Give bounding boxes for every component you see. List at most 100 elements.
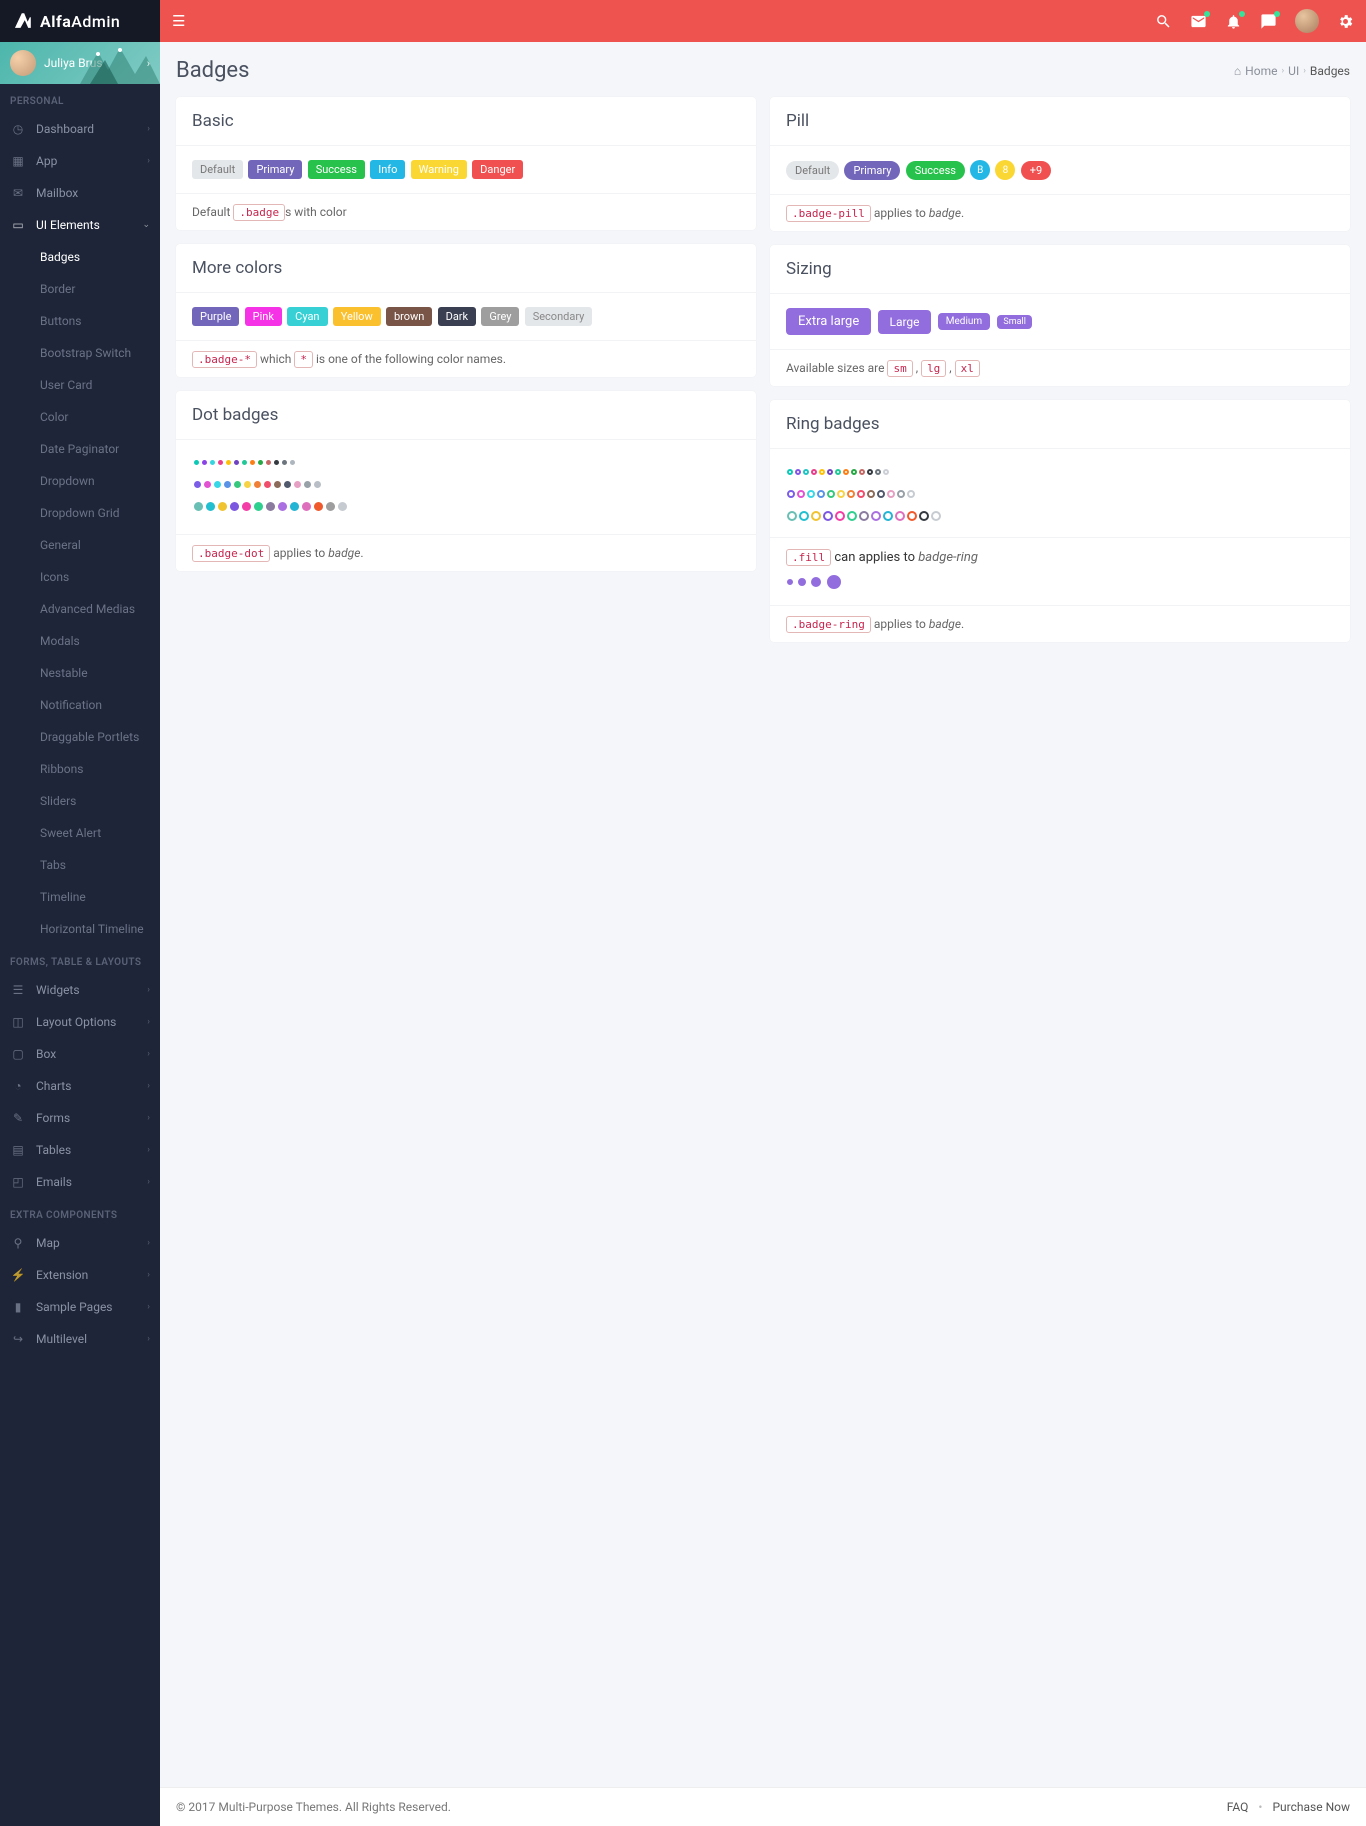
nav-sub-timeline[interactable]: Timeline: [0, 881, 160, 913]
box-title: Pill: [770, 97, 1350, 146]
nav-mailbox[interactable]: ✉Mailbox: [0, 177, 160, 209]
nav-sub-ribbons[interactable]: Ribbons: [0, 753, 160, 785]
list-icon: ☰: [10, 983, 26, 997]
code-snippet: .badge-ring: [786, 616, 871, 633]
nav-sub-icons[interactable]: Icons: [0, 561, 160, 593]
nav-sub-sweet-alert[interactable]: Sweet Alert: [0, 817, 160, 849]
badge-pink: Pink: [245, 307, 282, 326]
nav-sub-sliders[interactable]: Sliders: [0, 785, 160, 817]
nav-header-personal: PERSONAL: [0, 84, 160, 113]
nav-dashboard[interactable]: ◷Dashboard›: [0, 113, 160, 145]
nav-sub-modals[interactable]: Modals: [0, 625, 160, 657]
dot-badge: [282, 460, 287, 465]
nav-layout-options[interactable]: ◫Layout Options›: [0, 1006, 160, 1038]
ring-badge: [847, 490, 855, 498]
inbox-icon: ◰: [10, 1175, 26, 1189]
badge-size-xl: Extra large: [786, 308, 871, 335]
code-snippet: .badge-*: [192, 351, 257, 368]
breadcrumb-ui[interactable]: UI: [1288, 64, 1299, 78]
nav-ui-elements[interactable]: ▭UI Elements⌄: [0, 209, 160, 241]
ring-badge: [857, 490, 865, 498]
nav-charts[interactable]: ◔Charts›: [0, 1070, 160, 1102]
code-snippet: .badge: [233, 204, 285, 221]
breadcrumb-current: Badges: [1310, 64, 1350, 78]
pie-icon: ◔: [10, 1079, 26, 1093]
nav-sub-color[interactable]: Color: [0, 401, 160, 433]
chevron-right-icon: ›: [147, 1145, 150, 1155]
ring-badge: [895, 511, 905, 521]
dot-badge: [226, 460, 231, 465]
ring-badge: [835, 469, 841, 475]
nav-sub-advanced-medias[interactable]: Advanced Medias: [0, 593, 160, 625]
share-icon: ↪: [10, 1332, 26, 1346]
dot-badge: [284, 481, 291, 488]
badge-danger: Danger: [472, 160, 523, 179]
nav-sub-buttons[interactable]: Buttons: [0, 305, 160, 337]
copyright: © 2017 Multi-Purpose Themes. All Rights …: [176, 1800, 451, 1814]
settings-button[interactable]: [1337, 13, 1354, 30]
nav-sample-pages[interactable]: ▮Sample Pages›: [0, 1291, 160, 1323]
nav-sub-general[interactable]: General: [0, 529, 160, 561]
nav-emails[interactable]: ◰Emails›: [0, 1166, 160, 1198]
nav-multilevel[interactable]: ↪Multilevel›: [0, 1323, 160, 1355]
dot-badge: [326, 502, 335, 511]
nav-sub-badges[interactable]: Badges: [0, 241, 160, 273]
brand-logo[interactable]: AlfaAdmin: [0, 0, 160, 42]
dot-badge: [266, 460, 271, 465]
nav-sub-date-paginator[interactable]: Date Paginator: [0, 433, 160, 465]
chat-button[interactable]: [1260, 13, 1277, 30]
ring-badge: [907, 511, 917, 521]
badge-size-lg: Large: [878, 310, 930, 334]
nav-sub-tabs[interactable]: Tabs: [0, 849, 160, 881]
ring-badge: [797, 490, 805, 498]
dot-badge: [290, 502, 299, 511]
chevron-right-icon: ›: [147, 1017, 150, 1027]
dot-badge: [194, 460, 199, 465]
nav-sub-border[interactable]: Border: [0, 273, 160, 305]
nav-forms[interactable]: ✎Forms›: [0, 1102, 160, 1134]
dot-badge: [218, 460, 223, 465]
nav-sub-draggable-portlets[interactable]: Draggable Portlets: [0, 721, 160, 753]
badge-pill-danger: +9: [1021, 161, 1051, 180]
nav-extension[interactable]: ⚡Extension›: [0, 1259, 160, 1291]
ring-badge: [867, 490, 875, 498]
dot-badge: [304, 481, 311, 488]
footer-faq-link[interactable]: FAQ: [1227, 1800, 1249, 1814]
mail-button[interactable]: [1190, 13, 1207, 30]
badge-yellow: Yellow: [333, 307, 381, 326]
chevron-right-icon: ›: [147, 1049, 150, 1059]
menu-toggle-button[interactable]: ☰: [172, 12, 185, 30]
bell-button[interactable]: [1225, 13, 1242, 30]
nav-sub-notification[interactable]: Notification: [0, 689, 160, 721]
user-panel[interactable]: Juliya Brus ›: [0, 42, 160, 84]
nav-app[interactable]: ▦App›: [0, 145, 160, 177]
badge-info: Info: [370, 160, 405, 179]
nav-sub-horizontal-timeline[interactable]: Horizontal Timeline: [0, 913, 160, 945]
ring-badge: [787, 469, 793, 475]
nav-sub-user-card[interactable]: User Card: [0, 369, 160, 401]
footer-purchase-link[interactable]: Purchase Now: [1272, 1800, 1350, 1814]
nav-widgets[interactable]: ☰Widgets›: [0, 974, 160, 1006]
chevron-right-icon: ›: [147, 1081, 150, 1091]
breadcrumb-home[interactable]: Home: [1245, 64, 1277, 78]
ring-badge: [867, 469, 873, 475]
nav-map[interactable]: ⚲Map›: [0, 1227, 160, 1259]
box-title: More colors: [176, 244, 756, 293]
gear-icon: [1337, 13, 1354, 30]
nav-tables[interactable]: ▤Tables›: [0, 1134, 160, 1166]
nav-sub-dropdown[interactable]: Dropdown: [0, 465, 160, 497]
nav-sub-dropdown-grid[interactable]: Dropdown Grid: [0, 497, 160, 529]
box-footer: .badge-pill applies to badge.: [770, 194, 1350, 231]
dot-badge: [338, 502, 347, 511]
user-avatar-button[interactable]: [1295, 9, 1319, 33]
code-snippet: *: [294, 351, 313, 368]
search-button[interactable]: [1155, 13, 1172, 30]
nav-sub-bootstrap-switch[interactable]: Bootstrap Switch: [0, 337, 160, 369]
nav-sub-nestable[interactable]: Nestable: [0, 657, 160, 689]
badge-purple: Purple: [192, 307, 239, 326]
badge-size-sm: Small: [997, 315, 1032, 329]
square-icon: ▢: [10, 1047, 26, 1061]
ring-badge: [787, 490, 795, 498]
nav-box[interactable]: ▢Box›: [0, 1038, 160, 1070]
dot-badge: [202, 460, 207, 465]
